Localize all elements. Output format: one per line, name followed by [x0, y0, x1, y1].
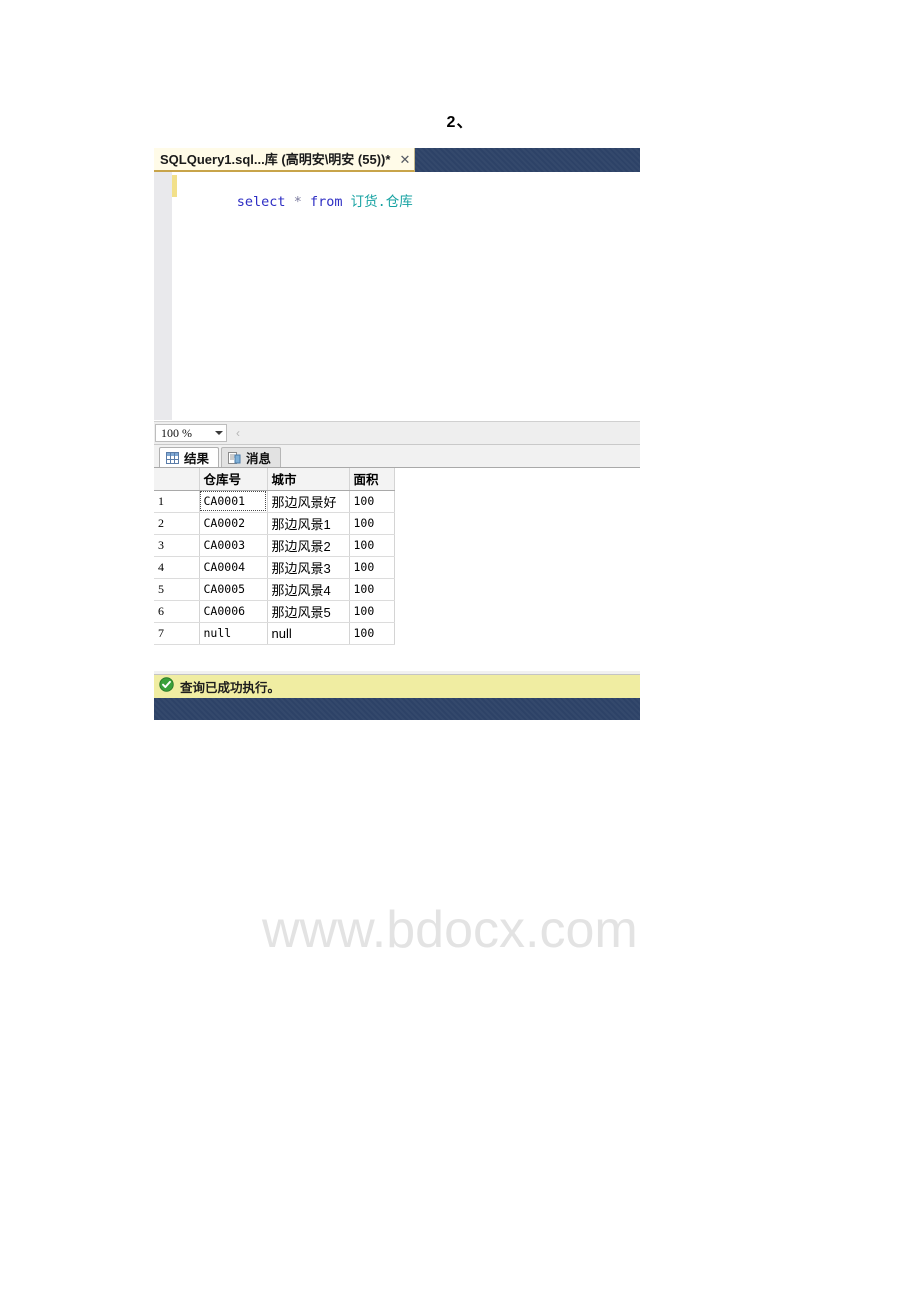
sql-editor[interactable]: select * from 订货.仓库: [154, 172, 640, 421]
row-number[interactable]: 5: [154, 578, 200, 601]
status-message: 查询已成功执行。: [180, 681, 281, 695]
sql-token-from: from: [309, 194, 343, 210]
nav-back-icon[interactable]: ‹: [236, 426, 240, 440]
table-row[interactable]: 6 CA0006 那边风景5 100: [154, 600, 395, 623]
editor-code-area[interactable]: select * from 订货.仓库: [177, 172, 640, 420]
grid-header-warehouse-no[interactable]: 仓库号: [199, 468, 268, 491]
cell-city[interactable]: 那边风景5: [267, 600, 350, 623]
cell-warehouse-no[interactable]: CA0001: [199, 490, 268, 513]
table-row[interactable]: 5 CA0005 那边风景4 100: [154, 578, 395, 601]
sql-token-dot: .: [377, 194, 386, 210]
results-grid-host[interactable]: 仓库号 城市 面积 1 CA0001 那边风景好 100 2 CA0002 那边…: [154, 467, 640, 671]
cell-city[interactable]: null: [267, 622, 350, 645]
results-tab-strip: 结果 消息: [154, 445, 640, 467]
zoom-level-select[interactable]: 100 %: [155, 424, 227, 442]
cell-warehouse-no[interactable]: CA0003: [199, 534, 268, 557]
cell-city[interactable]: 那边风景2: [267, 534, 350, 557]
message-icon: [228, 451, 241, 464]
close-icon[interactable]: ✕: [399, 153, 410, 166]
cell-area[interactable]: 100: [349, 600, 395, 623]
row-number[interactable]: 6: [154, 600, 200, 623]
ssms-window: SQLQuery1.sql...库 (高明安\明安 (55))* ✕ selec…: [154, 148, 640, 959]
grid-header-rownum[interactable]: [154, 468, 200, 491]
results-grid[interactable]: 仓库号 城市 面积 1 CA0001 那边风景好 100 2 CA0002 那边…: [154, 468, 395, 645]
editor-zoom-bar: 100 % ‹: [154, 421, 640, 444]
cell-warehouse-no[interactable]: CA0006: [199, 600, 268, 623]
window-bottom-bar: [154, 698, 640, 720]
cell-city[interactable]: 那边风景好: [267, 490, 350, 513]
row-number[interactable]: 1: [154, 490, 200, 513]
table-row[interactable]: 7 null null 100: [154, 622, 395, 645]
cell-area[interactable]: 100: [349, 512, 395, 535]
cell-warehouse-no[interactable]: null: [199, 622, 268, 645]
row-number[interactable]: 3: [154, 534, 200, 557]
tab-messages-label: 消息: [246, 452, 272, 466]
grid-header-area[interactable]: 面积: [349, 468, 395, 491]
sql-token-star: *: [293, 194, 302, 210]
tab-results-label: 结果: [184, 452, 210, 466]
sql-token-table: 仓库: [385, 194, 413, 210]
cell-warehouse-no[interactable]: CA0002: [199, 512, 268, 535]
grid-header-row: 仓库号 城市 面积: [154, 468, 395, 491]
cell-area[interactable]: 100: [349, 490, 395, 513]
table-row[interactable]: 2 CA0002 那边风景1 100: [154, 512, 395, 535]
sql-token-schema: 订货: [350, 194, 378, 210]
zoom-level-value: 100 %: [161, 425, 192, 440]
row-number[interactable]: 4: [154, 556, 200, 579]
table-row[interactable]: 3 CA0003 那边风景2 100: [154, 534, 395, 557]
grid-icon: [166, 451, 179, 464]
table-row[interactable]: 4 CA0004 那边风景3 100: [154, 556, 395, 579]
document-tab-strip: SQLQuery1.sql...库 (高明安\明安 (55))* ✕: [154, 148, 640, 172]
tab-results[interactable]: 结果: [159, 447, 220, 467]
sql-token-select: select: [236, 194, 286, 210]
row-number[interactable]: 7: [154, 622, 200, 645]
table-row[interactable]: 1 CA0001 那边风景好 100: [154, 490, 395, 513]
cell-city[interactable]: 那边风景4: [267, 578, 350, 601]
document-tab-sqlquery1[interactable]: SQLQuery1.sql...库 (高明安\明安 (55))* ✕: [154, 148, 416, 172]
document-tab-label: SQLQuery1.sql...库 (高明安\明安 (55))*: [160, 151, 391, 167]
cell-area[interactable]: 100: [349, 556, 395, 579]
grid-body: 1 CA0001 那边风景好 100 2 CA0002 那边风景1 100 3 …: [154, 490, 395, 645]
row-number[interactable]: 2: [154, 512, 200, 535]
watermark: www.bdocx.com: [262, 901, 638, 959]
cell-city[interactable]: 那边风景3: [267, 556, 350, 579]
editor-indicator-margin: [154, 172, 172, 420]
cell-city[interactable]: 那边风景1: [267, 512, 350, 535]
results-pane: 结果 消息 仓库号 城市 面积 1 CA0001 那边风景好 100 2 CA0…: [154, 444, 640, 959]
cell-area[interactable]: 100: [349, 622, 395, 645]
page-title: 2、: [446, 114, 474, 131]
cell-area[interactable]: 100: [349, 534, 395, 557]
chevron-down-icon[interactable]: [215, 431, 223, 435]
cell-warehouse-no[interactable]: CA0004: [199, 556, 268, 579]
tab-messages[interactable]: 消息: [221, 447, 282, 467]
success-check-icon: [159, 676, 174, 697]
cell-area[interactable]: 100: [349, 578, 395, 601]
cell-warehouse-no[interactable]: CA0005: [199, 578, 268, 601]
status-bar: 查询已成功执行。: [154, 674, 640, 698]
grid-header-city[interactable]: 城市: [267, 468, 350, 491]
